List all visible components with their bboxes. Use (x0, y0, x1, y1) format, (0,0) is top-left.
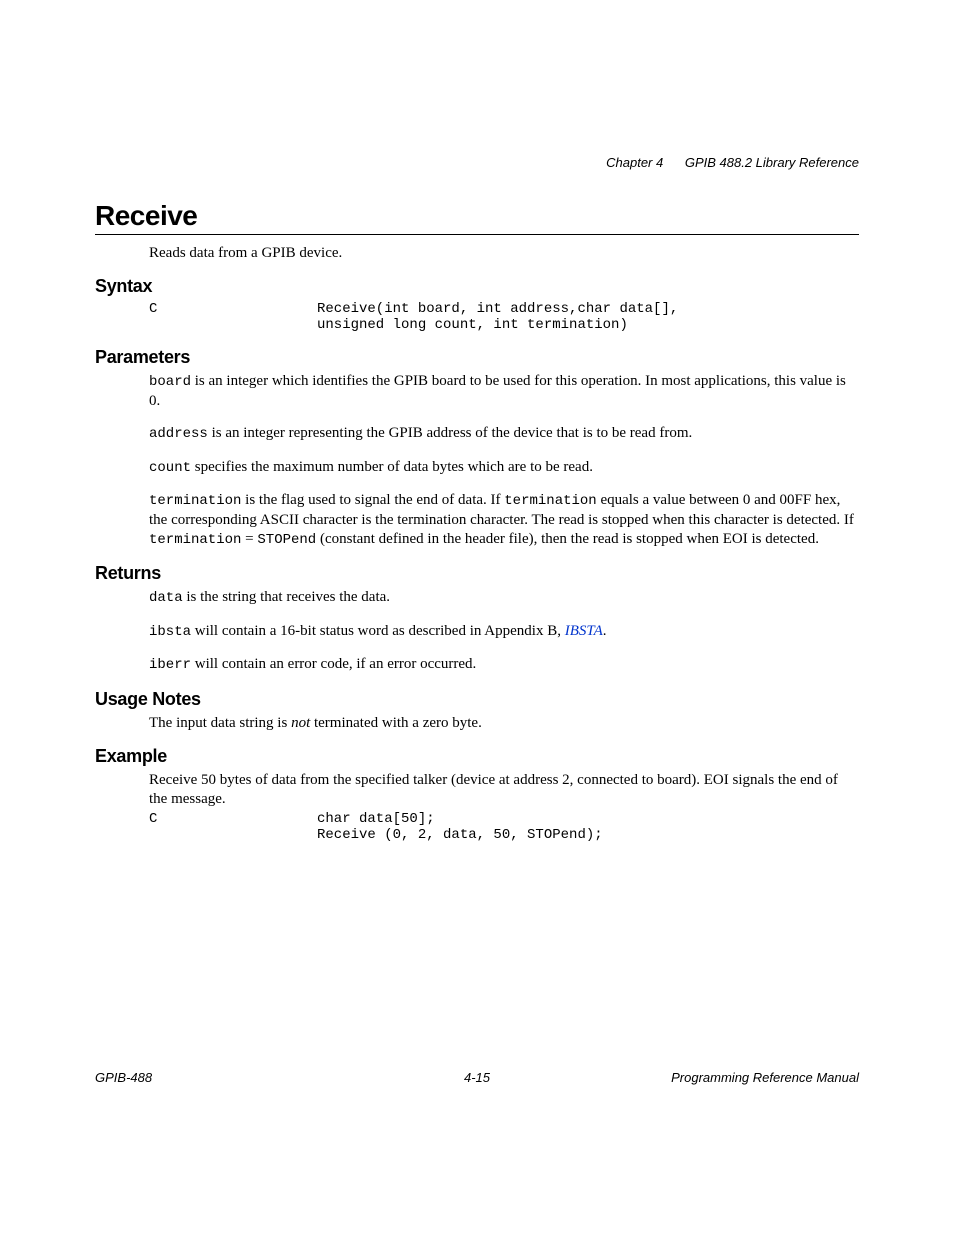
text-ibsta1: will contain a 16-bit status word as des… (191, 623, 565, 639)
footer: GPIB-488 4-15 Programming Reference Manu… (95, 1070, 859, 1085)
return-data: data is the string that receives the dat… (149, 588, 859, 608)
usage-text2: terminated with a zero byte. (310, 715, 482, 731)
param-address: address is an integer representing the G… (149, 424, 859, 444)
text-board: is an integer which identifies the GPIB … (149, 373, 846, 409)
parameters-block: board is an integer which identifies the… (149, 372, 859, 549)
syntax-block: C Receive(int board, int address,char da… (149, 301, 859, 333)
header-chapter: Chapter 4 (606, 155, 663, 170)
syntax-heading: Syntax (95, 276, 859, 297)
text-address: is an integer representing the GPIB addr… (208, 425, 692, 441)
example-desc: Receive 50 bytes of data from the specif… (149, 771, 859, 809)
example-heading: Example (95, 746, 859, 767)
code-term3: termination (149, 532, 241, 548)
usage-text1: The input data string is (149, 715, 291, 731)
usage-italic: not (291, 715, 310, 731)
usage-text: The input data string is not terminated … (149, 714, 859, 733)
example-code: char data[50]; Receive (0, 2, data, 50, … (317, 811, 603, 843)
code-iberr: iberr (149, 657, 191, 673)
code-count: count (149, 460, 191, 476)
example-lang: C (149, 811, 317, 843)
text-term1: is the flag used to signal the end of da… (241, 492, 504, 508)
text-count: specifies the maximum number of data byt… (191, 459, 593, 475)
code-ibsta: ibsta (149, 624, 191, 640)
syntax-row: C Receive(int board, int address,char da… (149, 301, 859, 333)
code-term2: termination (504, 493, 596, 509)
example-code-row: C char data[50]; Receive (0, 2, data, 50… (149, 811, 859, 843)
usage-heading: Usage Notes (95, 689, 859, 710)
param-termination: termination is the flag used to signal t… (149, 491, 859, 549)
code-term4: STOPend (257, 532, 316, 548)
returns-block: data is the string that receives the dat… (149, 588, 859, 675)
code-data: data (149, 590, 183, 606)
link-ibsta[interactable]: IBSTA (565, 623, 603, 639)
return-iberr: iberr will contain an error code, if an … (149, 655, 859, 675)
syntax-lang: C (149, 301, 317, 333)
running-header: Chapter 4 GPIB 488.2 Library Reference (606, 155, 859, 170)
text-data: is the string that receives the data. (183, 589, 390, 605)
page-title: Receive (95, 200, 859, 232)
returns-heading: Returns (95, 563, 859, 584)
page: Chapter 4 GPIB 488.2 Library Reference R… (0, 0, 954, 1235)
code-board: board (149, 374, 191, 390)
return-ibsta: ibsta will contain a 16-bit status word … (149, 622, 859, 642)
usage-block: The input data string is not terminated … (149, 714, 859, 733)
text-term4: (constant defined in the header file), t… (316, 531, 819, 547)
param-count: count specifies the maximum number of da… (149, 458, 859, 478)
code-term1: termination (149, 493, 241, 509)
intro-text: Reads data from a GPIB device. (149, 245, 859, 262)
text-iberr: will contain an error code, if an error … (191, 656, 476, 672)
parameters-heading: Parameters (95, 347, 859, 368)
text-ibsta2: . (603, 623, 607, 639)
footer-center: 4-15 (95, 1070, 859, 1085)
param-board: board is an integer which identifies the… (149, 372, 859, 410)
text-term3: = (241, 531, 257, 547)
example-block: Receive 50 bytes of data from the specif… (149, 771, 859, 843)
code-address: address (149, 426, 208, 442)
header-section: GPIB 488.2 Library Reference (685, 155, 859, 170)
syntax-code: Receive(int board, int address,char data… (317, 301, 678, 333)
title-rule (95, 234, 859, 235)
